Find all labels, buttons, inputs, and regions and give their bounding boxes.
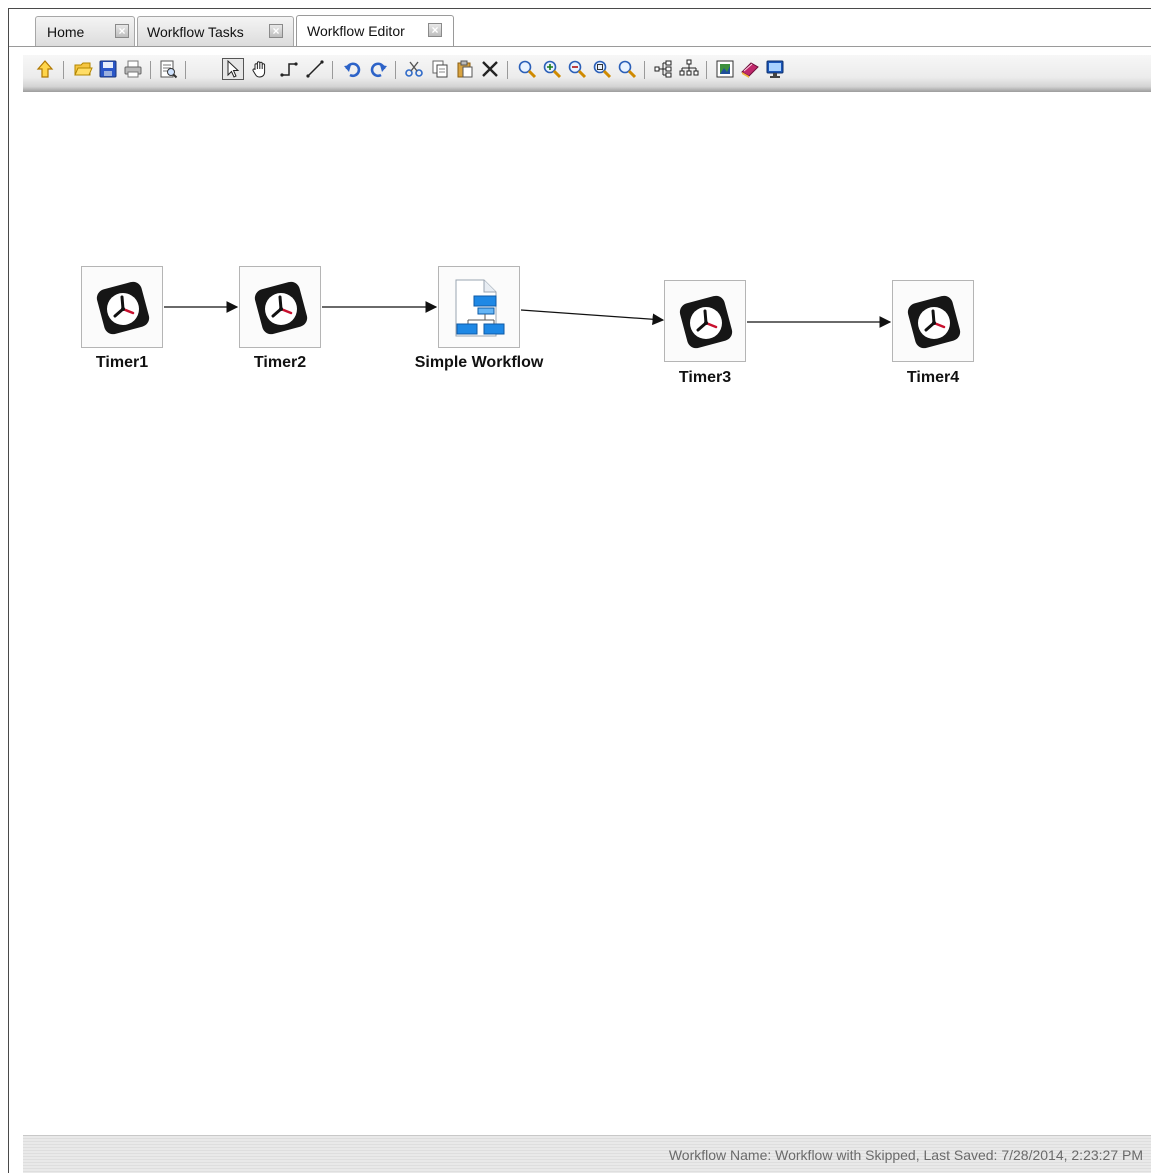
print-preview-icon[interactable] — [158, 59, 178, 79]
node-label: Timer4 — [906, 369, 960, 386]
workflow-diagram-icon — [455, 279, 505, 337]
status-bar: Workflow Name: Workflow with Skipped, La… — [23, 1135, 1151, 1173]
tab-workflow-tasks[interactable]: Workflow Tasks × — [137, 16, 294, 46]
toolbar-separator — [185, 61, 186, 79]
edge-layer — [164, 301, 892, 328]
zoom-out-icon[interactable] — [567, 59, 587, 79]
node-label: Timer2 — [253, 354, 307, 371]
toolbar-separator — [507, 61, 508, 79]
up-arrow-icon[interactable] — [35, 59, 55, 79]
tab-workflow-editor-label: Workflow Editor — [307, 23, 405, 39]
toolbar-separator — [395, 61, 396, 79]
tab-workflow-editor[interactable]: Workflow Editor × — [296, 15, 454, 47]
open-folder-icon[interactable] — [73, 59, 93, 79]
straight-connector-icon[interactable] — [305, 59, 325, 79]
edge-simple-workflow-timer3[interactable] — [520, 309, 665, 326]
toolbar-separator — [644, 61, 645, 79]
print-icon[interactable] — [123, 59, 143, 79]
node-label: Timer1 — [95, 354, 149, 371]
toolbar-separator — [150, 61, 151, 79]
workflow-canvas[interactable]: Timer1 Timer2 Simple Workflow Timer3 Tim… — [23, 96, 1151, 1133]
zoom-fit-icon[interactable] — [592, 59, 612, 79]
orthogonal-connector-icon[interactable] — [279, 59, 299, 79]
status-text: Workflow Name: Workflow with Skipped, La… — [668, 1147, 1143, 1163]
book-icon[interactable] — [740, 59, 760, 79]
copy-icon[interactable] — [430, 59, 450, 79]
horizontal-layout-icon[interactable] — [654, 59, 674, 79]
node-timer4[interactable] — [892, 280, 974, 362]
toolbar — [23, 55, 1151, 92]
close-icon[interactable]: × — [269, 24, 283, 38]
paste-icon[interactable] — [455, 59, 475, 79]
toolbar-separator — [706, 61, 707, 79]
monitor-icon[interactable] — [765, 59, 785, 79]
save-icon[interactable] — [98, 59, 118, 79]
close-icon[interactable]: × — [115, 24, 129, 38]
node-timer1[interactable] — [81, 266, 163, 348]
redo-icon[interactable] — [368, 59, 388, 79]
timer-icon — [679, 295, 733, 349]
toolbar-separator — [332, 61, 333, 79]
timer-icon — [96, 281, 150, 335]
zoom-in-icon[interactable] — [542, 59, 562, 79]
node-simple-workflow[interactable] — [438, 266, 520, 348]
tab-home-label: Home — [47, 24, 85, 40]
delete-icon[interactable] — [480, 59, 500, 79]
zoom-actual-icon[interactable] — [617, 59, 637, 79]
cut-icon[interactable] — [404, 59, 424, 79]
node-label: Simple Workflow — [414, 354, 544, 371]
node-timer3[interactable] — [664, 280, 746, 362]
tab-bar: Home × Workflow Tasks × Workflow Editor … — [9, 9, 1151, 47]
node-label: Timer3 — [678, 369, 732, 386]
export-image-icon[interactable] — [715, 59, 735, 79]
pan-hand-icon[interactable] — [250, 59, 270, 79]
toolbar-separator — [63, 61, 64, 79]
timer-icon — [254, 281, 308, 335]
timer-icon — [907, 295, 961, 349]
select-pointer-icon[interactable] — [222, 58, 244, 80]
tree-layout-icon[interactable] — [679, 59, 699, 79]
close-icon[interactable]: × — [428, 23, 442, 37]
zoom-icon[interactable] — [517, 59, 537, 79]
tab-home[interactable]: Home × — [35, 16, 135, 46]
node-timer2[interactable] — [239, 266, 321, 348]
undo-icon[interactable] — [343, 59, 363, 79]
tab-divider — [9, 46, 1151, 47]
tab-workflow-tasks-label: Workflow Tasks — [147, 24, 244, 40]
